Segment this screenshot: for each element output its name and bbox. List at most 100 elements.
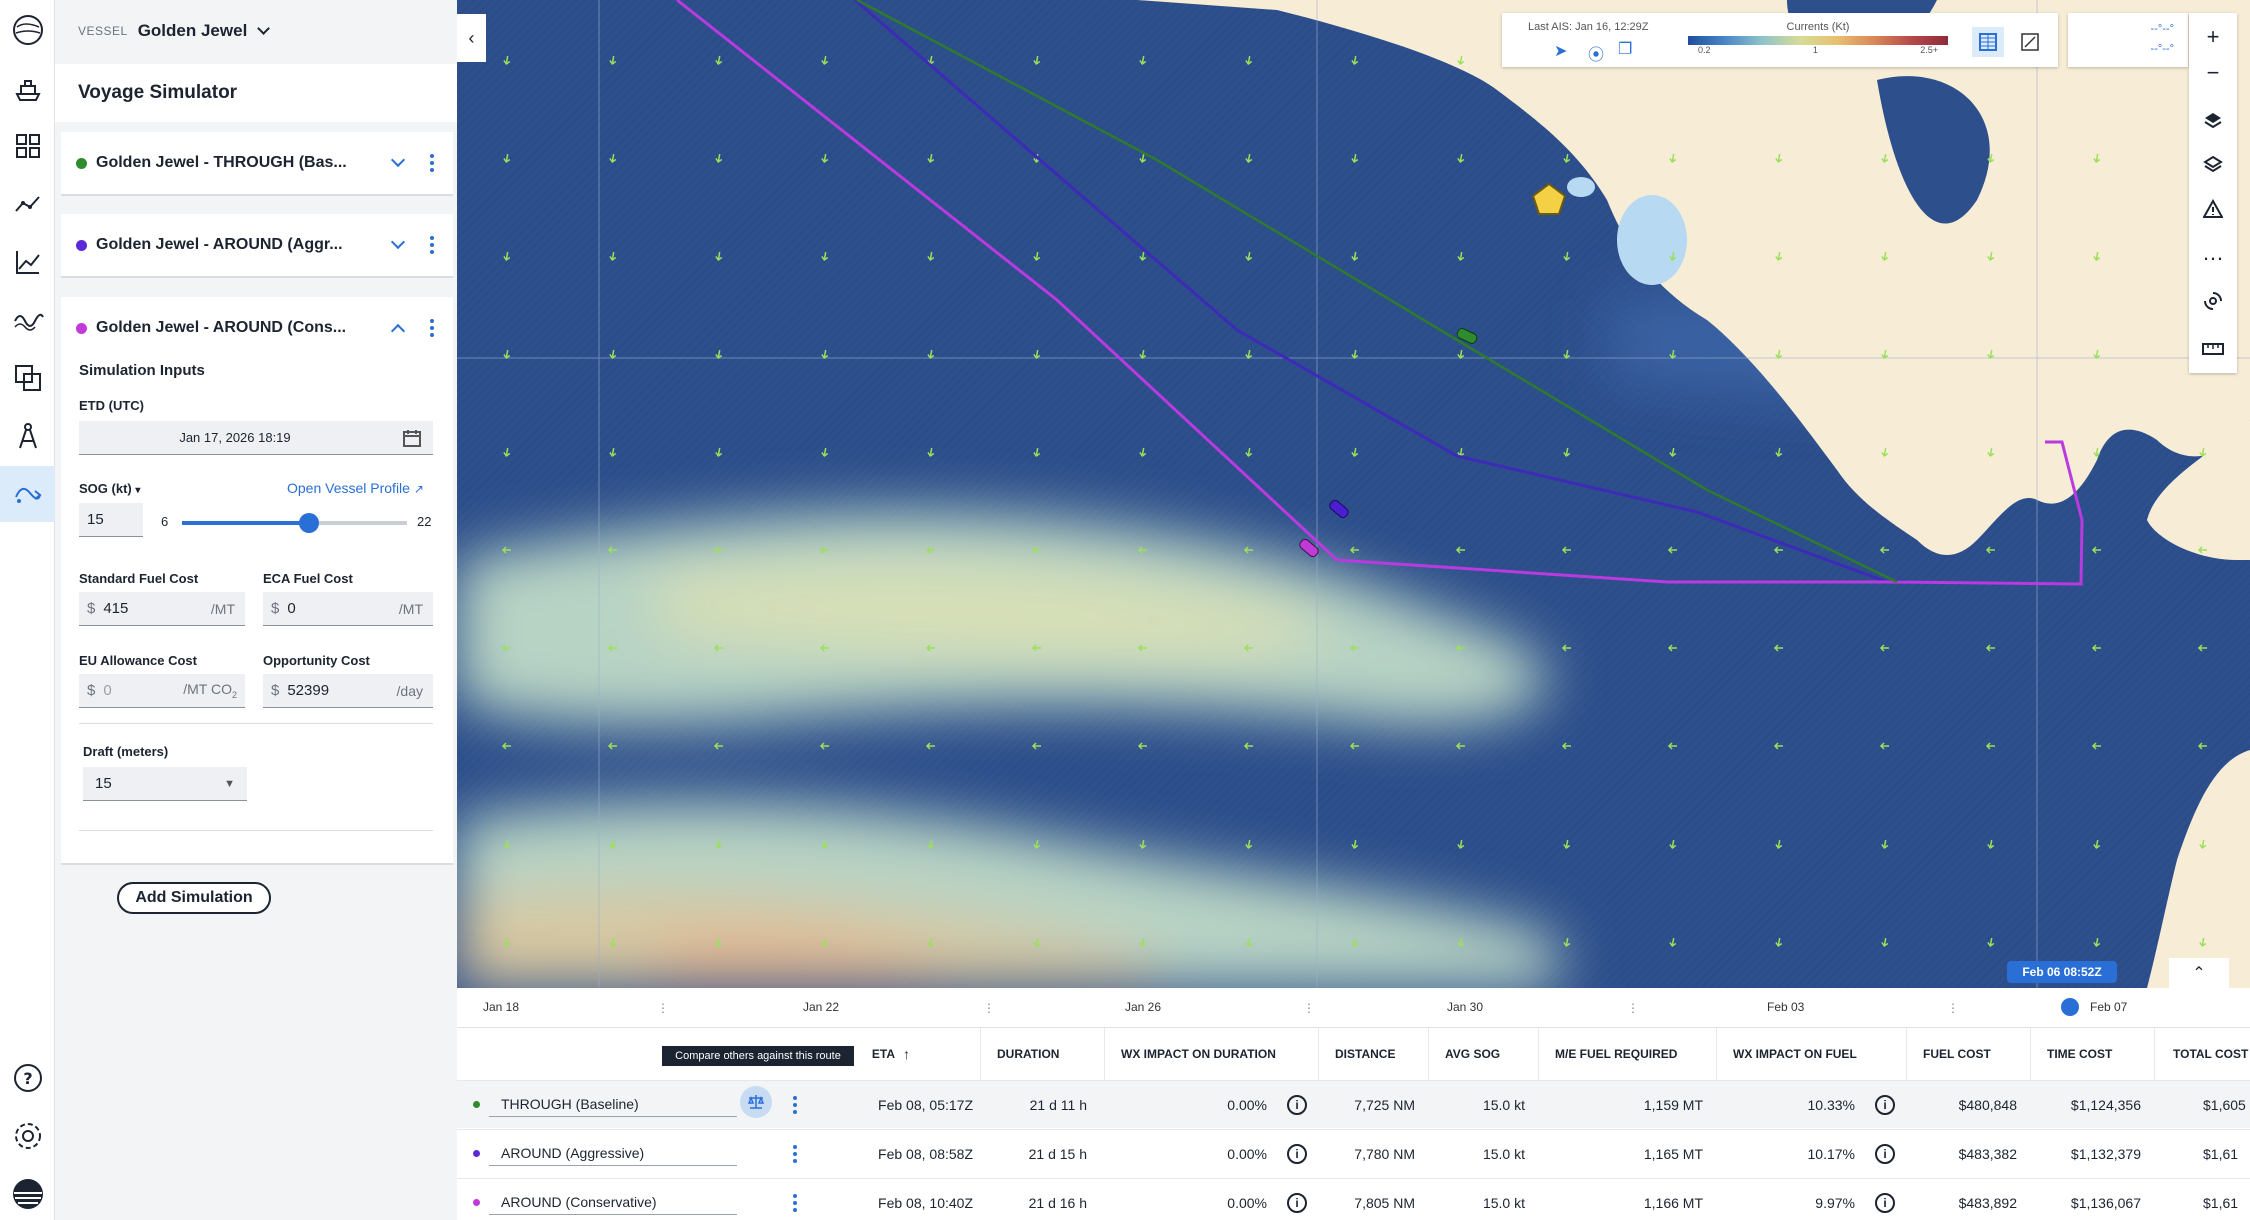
column-header-time-cost[interactable]: TIME COST xyxy=(2031,1028,2155,1080)
table-row[interactable]: AROUND (Conservative) Feb 08, 10:40Z 21 … xyxy=(457,1178,2250,1220)
more-options-icon[interactable] xyxy=(429,236,435,254)
dashboard-icon[interactable] xyxy=(0,118,55,174)
logo-globe-icon[interactable] xyxy=(0,2,55,58)
chevron-left-icon: ‹ xyxy=(468,27,475,48)
chevron-up-icon[interactable] xyxy=(390,323,406,339)
vessel-name: Golden Jewel xyxy=(137,21,248,40)
info-icon[interactable]: i xyxy=(1875,1095,1895,1115)
more-options-icon[interactable] xyxy=(792,1194,798,1212)
grid-layer-icon[interactable] xyxy=(1972,27,2004,57)
currents-title: Currents (Kt) xyxy=(1786,21,1850,33)
etd-input[interactable]: Jan 17, 2026 18:19 xyxy=(79,421,391,455)
route-name-input[interactable]: THROUGH (Baseline) xyxy=(489,1091,737,1117)
opportunity-cost-input[interactable]: $52399/day xyxy=(263,674,433,708)
simulation-header[interactable]: Golden Jewel - THROUGH (Bas... xyxy=(61,132,453,194)
open-vessel-profile-link[interactable]: Open Vessel Profile ↗ xyxy=(287,480,424,496)
layers-filled-icon[interactable] xyxy=(2189,101,2237,141)
route-name-input[interactable]: AROUND (Aggressive) xyxy=(489,1140,737,1166)
compare-tooltip: Compare others against this route xyxy=(662,1046,854,1066)
sog-input[interactable]: 15 xyxy=(79,503,143,537)
chevron-down-icon[interactable] xyxy=(390,234,406,250)
more-options-icon[interactable] xyxy=(429,154,435,172)
more-horizontal-icon[interactable]: … xyxy=(2189,233,2237,273)
lake-managua xyxy=(1567,177,1595,197)
sog-slider-track[interactable] xyxy=(182,513,407,533)
timeline-handle[interactable] xyxy=(2061,998,2079,1016)
simulation-header[interactable]: Golden Jewel - AROUND (Aggr... xyxy=(61,214,453,276)
simulation-header[interactable]: Golden Jewel - AROUND (Cons... xyxy=(61,297,453,359)
column-header-distance[interactable]: DISTANCE xyxy=(1319,1028,1429,1080)
divider xyxy=(79,723,433,724)
eca-fuel-input[interactable]: $0/MT xyxy=(263,592,433,626)
chart-icon[interactable] xyxy=(0,234,55,290)
draft-select[interactable]: 15 ▼ xyxy=(83,767,247,801)
route-icon[interactable] xyxy=(0,176,55,232)
track-icon[interactable]: ⦿ xyxy=(1588,41,1604,65)
copy-icon[interactable]: ❐ xyxy=(1618,39,1632,59)
table-row[interactable]: THROUGH (Baseline) Feb 08, 05:17Z 21 d 1… xyxy=(457,1080,2250,1128)
vessel-heading-icon[interactable]: ➤ xyxy=(1554,41,1567,61)
warning-icon[interactable] xyxy=(2189,189,2237,229)
chevron-down-icon[interactable] xyxy=(390,152,406,168)
ruler-icon[interactable] xyxy=(2189,329,2237,369)
zoom-out-icon[interactable]: − xyxy=(2189,53,2237,93)
chevron-down-icon xyxy=(257,22,271,35)
table-row[interactable]: AROUND (Aggressive) Feb 08, 08:58Z 21 d … xyxy=(457,1129,2250,1177)
duration-cell: 21 d 15 h xyxy=(1028,1146,1087,1162)
column-header-total-cost[interactable]: TOTAL COST xyxy=(2155,1028,2250,1080)
column-header-fuel-cost[interactable]: FUEL COST xyxy=(1907,1028,2031,1080)
layers-outline-icon[interactable] xyxy=(2189,145,2237,185)
column-header-duration[interactable]: DURATION xyxy=(981,1028,1105,1080)
more-options-icon[interactable] xyxy=(792,1145,798,1163)
vessel-tag: VESSEL xyxy=(78,24,128,38)
voyage-simulator-icon[interactable] xyxy=(0,466,55,522)
time-cost-cell: $1,132,379 xyxy=(2070,1146,2141,1162)
compass-icon[interactable] xyxy=(0,408,55,464)
info-icon[interactable]: i xyxy=(1287,1193,1307,1213)
info-icon[interactable]: i xyxy=(1287,1144,1307,1164)
sog-label[interactable]: SOG (kt) ▾ xyxy=(79,481,140,496)
distance-cell: 7,725 NM xyxy=(1354,1097,1415,1113)
vessel-selector[interactable]: VESSEL Golden Jewel xyxy=(55,0,457,62)
column-header-wx-fuel[interactable]: WX IMPACT ON FUEL xyxy=(1717,1028,1907,1080)
map-view[interactable] xyxy=(457,0,2250,988)
chevron-up-icon: ⌃ xyxy=(2192,965,2206,982)
info-icon[interactable]: i xyxy=(1287,1095,1307,1115)
ship-icon[interactable] xyxy=(0,61,55,117)
settings-gear-icon[interactable] xyxy=(0,1108,55,1164)
column-header-wx-duration[interactable]: WX IMPACT ON DURATION xyxy=(1105,1028,1319,1080)
sog-slider-fill xyxy=(182,521,309,525)
distance-cell: 7,780 NM xyxy=(1354,1146,1415,1162)
collapse-panel-button[interactable]: ‹ xyxy=(457,14,486,62)
add-simulation-button[interactable]: Add Simulation xyxy=(117,882,271,914)
route-name-input[interactable]: AROUND (Conservative) xyxy=(489,1189,737,1215)
edit-layer-icon[interactable] xyxy=(2014,27,2046,57)
duration-cell: 21 d 16 h xyxy=(1028,1195,1087,1211)
more-options-icon[interactable] xyxy=(429,319,435,337)
fuel-required-cell: 1,166 MT xyxy=(1643,1195,1703,1211)
sog-slider-handle[interactable] xyxy=(298,513,319,533)
scale-balance-icon xyxy=(747,1095,765,1109)
standard-fuel-input[interactable]: $415/MT xyxy=(79,592,245,626)
route-color-dot xyxy=(76,157,87,169)
info-icon[interactable]: i xyxy=(1875,1144,1895,1164)
map-legend-panel: Last AIS: Jan 16, 12:29Z ➤ ⦿ ❐ Currents … xyxy=(1502,13,2058,67)
expand-timeline-button[interactable]: ⌃ xyxy=(2169,958,2229,988)
compare-route-button[interactable] xyxy=(740,1086,772,1118)
simulation-card-aggressive: Golden Jewel - AROUND (Aggr... xyxy=(61,214,453,278)
timeline[interactable]: Jan 18 ⋮ Jan 22 ⋮ Jan 26 ⋮ Jan 30 ⋮ Feb … xyxy=(457,958,2250,1028)
info-icon[interactable]: i xyxy=(1875,1193,1895,1213)
hurricane-icon[interactable] xyxy=(2189,281,2237,321)
layers-compare-icon[interactable] xyxy=(0,350,55,406)
etd-value: Jan 17, 2026 18:19 xyxy=(179,430,291,445)
zoom-in-icon[interactable]: + xyxy=(2189,17,2237,57)
distance-cell: 7,805 NM xyxy=(1354,1195,1415,1211)
timeline-current-time: Feb 06 08:52Z xyxy=(2007,961,2117,983)
column-header-avg-sog[interactable]: AVG SOG xyxy=(1429,1028,1539,1080)
time-cost-cell: $1,124,356 xyxy=(2070,1097,2141,1113)
more-options-icon[interactable] xyxy=(792,1096,798,1114)
weather-wave-icon[interactable] xyxy=(0,292,55,348)
calendar-icon[interactable] xyxy=(391,421,433,455)
help-icon[interactable]: ? xyxy=(0,1050,55,1106)
column-header-fuel-required[interactable]: M/E FUEL REQUIRED xyxy=(1539,1028,1717,1080)
